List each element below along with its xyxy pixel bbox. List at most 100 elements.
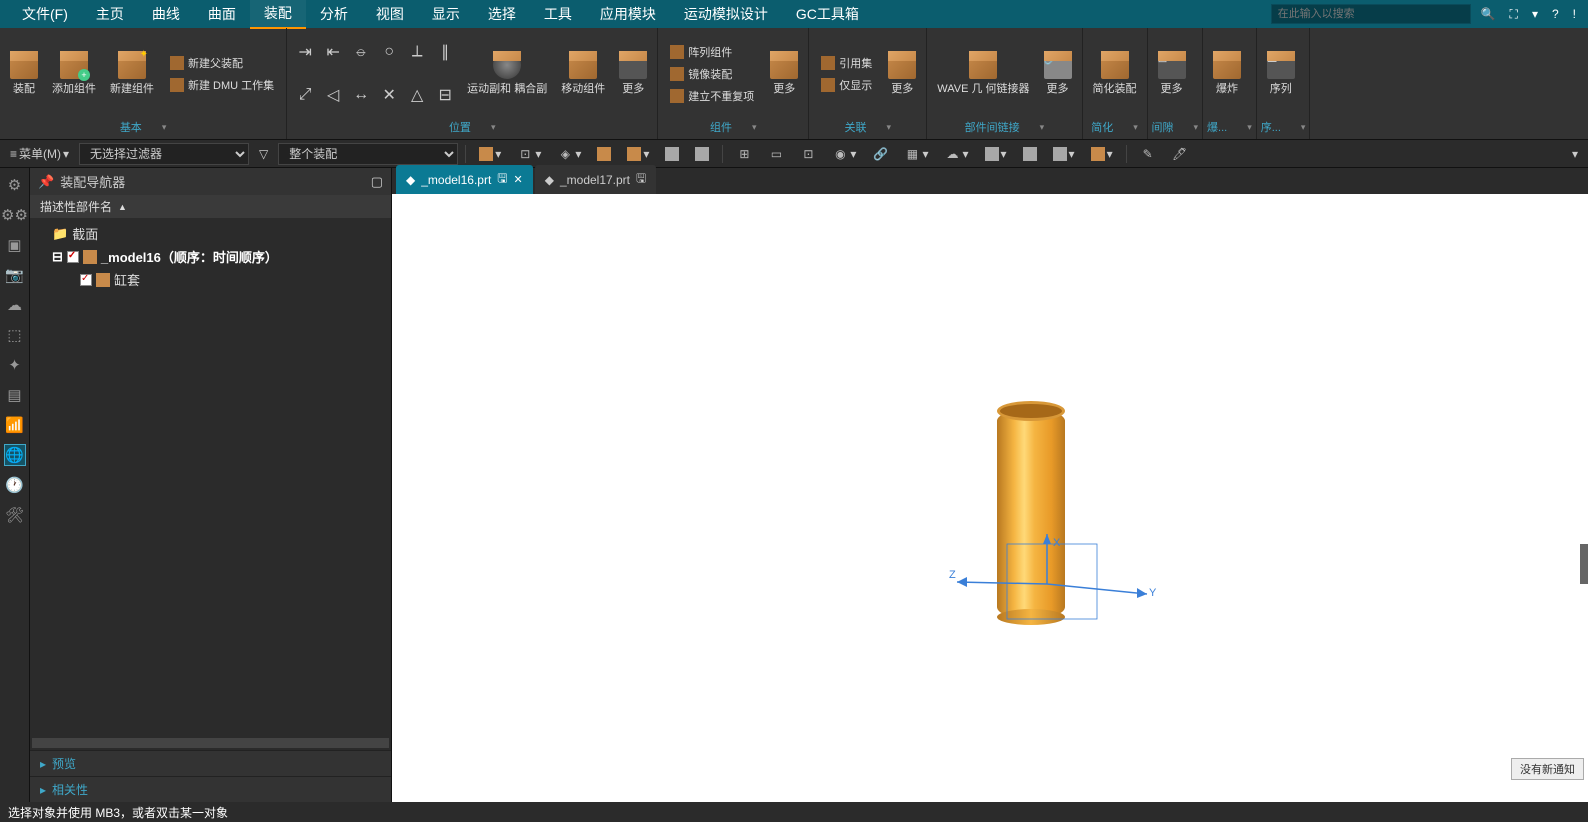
menu-home[interactable]: 主页 xyxy=(82,0,138,28)
tree-child[interactable]: 缸套 xyxy=(36,268,385,291)
alert-icon[interactable]: ! xyxy=(1569,5,1580,23)
group-expand-position[interactable]: ▾ xyxy=(491,122,496,133)
component-more-button[interactable]: 更多 xyxy=(764,30,804,117)
fullscreen-icon[interactable]: ⛶ xyxy=(1506,5,1522,24)
move-component-button[interactable]: 移动组件 xyxy=(555,30,611,117)
tb-brush-icon[interactable]: 🖊 xyxy=(1166,144,1194,164)
globe-icon[interactable]: 🌐 xyxy=(4,444,26,466)
gear-icon[interactable]: ⚙ xyxy=(4,174,26,196)
sparkle-icon[interactable]: ✦ xyxy=(4,354,26,376)
assembly-button[interactable]: 装配 xyxy=(4,30,44,117)
constraint-icon-5[interactable]: ⟂ xyxy=(403,38,431,66)
tree-section[interactable]: 📁 截面 xyxy=(36,222,385,245)
group-expand-simplify[interactable]: ▾ xyxy=(1133,122,1138,133)
notification-toast[interactable]: 没有新通知 xyxy=(1511,758,1584,780)
constraint-icon-9[interactable]: ↔ xyxy=(347,81,375,109)
dropdown-icon[interactable]: ▾ xyxy=(1528,5,1542,23)
tb-view-2[interactable]: ▭ xyxy=(762,144,790,164)
3d-viewport[interactable]: X Y Z Z Y X xyxy=(392,194,1588,802)
search-input[interactable] xyxy=(1271,4,1471,24)
pattern-component-button[interactable]: 阵列组件 xyxy=(666,42,758,62)
right-handle[interactable] xyxy=(1580,544,1588,584)
search-icon[interactable]: 🔍 xyxy=(1477,5,1500,23)
constraint-icon-2[interactable]: ⇤ xyxy=(319,38,347,66)
constraint-icon-11[interactable]: △ xyxy=(403,81,431,109)
tab-model16[interactable]: ◆ _model16.prt 🖫 ✕ xyxy=(396,165,533,194)
tb-view-6[interactable]: ▦▾ xyxy=(898,144,934,164)
tb-cube-6[interactable] xyxy=(659,145,685,163)
cloud-icon[interactable]: ☁ xyxy=(4,294,26,316)
filter-select[interactable]: 无选择过滤器 xyxy=(79,143,249,165)
menu-view[interactable]: 视图 xyxy=(362,0,418,28)
filter-icon[interactable]: ▽ xyxy=(253,145,274,163)
constraint-icon-3[interactable]: ⦵ xyxy=(347,38,375,66)
group-expand-sequence[interactable]: ▾ xyxy=(1301,122,1306,133)
constraint-icon-10[interactable]: ✕ xyxy=(375,81,403,109)
new-component-button[interactable]: ✦新建组件 xyxy=(104,30,160,117)
show-only-button[interactable]: 仅显示 xyxy=(817,75,876,95)
simplify-assembly-button[interactable]: 简化装配 xyxy=(1087,30,1143,117)
expand-icon[interactable]: ⊟ xyxy=(52,249,63,265)
menu-display[interactable]: 显示 xyxy=(418,0,474,28)
group-expand-relation[interactable]: ▾ xyxy=(886,122,891,133)
box-icon[interactable]: ⬚ xyxy=(4,324,26,346)
checkbox-icon[interactable] xyxy=(80,274,92,286)
tb-view-1[interactable]: ⊞ xyxy=(730,144,758,164)
tb-cube-5[interactable]: ▾ xyxy=(621,145,655,163)
menu-curve[interactable]: 曲线 xyxy=(138,0,194,28)
close-icon[interactable]: ✕ xyxy=(514,173,523,186)
add-component-button[interactable]: +添加组件 xyxy=(46,30,102,117)
group-expand-clearance[interactable]: ▾ xyxy=(1194,122,1199,133)
joint-coupling-button[interactable]: 运动副和 耦合副 xyxy=(461,30,553,117)
tb-icon-3[interactable]: ◈▾ xyxy=(551,144,587,164)
constraint-icon-8[interactable]: ◁ xyxy=(319,81,347,109)
camera-icon[interactable]: 📷 xyxy=(4,264,26,286)
signal-icon[interactable]: 📶 xyxy=(4,414,26,436)
tab-model17[interactable]: ◆ _model17.prt 🖫 xyxy=(535,165,657,194)
mirror-assembly-button[interactable]: 镜像装配 xyxy=(666,64,758,84)
gears-icon[interactable]: ⚙⚙ xyxy=(4,204,26,226)
menu-file[interactable]: 文件(F) xyxy=(8,0,82,28)
tb-view-4[interactable]: ◉▾ xyxy=(826,144,862,164)
constraint-icon-4[interactable]: ○ xyxy=(375,38,403,66)
constraint-icon-7[interactable]: ⤢ xyxy=(291,81,319,109)
group-expand-component[interactable]: ▾ xyxy=(752,122,757,133)
menu-button[interactable]: ≡ 菜单(M) ▾ xyxy=(4,143,75,164)
tree-root[interactable]: ⊟ _model16（顺序：时间顺序） xyxy=(36,245,385,268)
tb-icon-2[interactable]: ⊡▾ xyxy=(511,144,547,164)
tb-pen-icon[interactable]: ✎ xyxy=(1134,144,1162,164)
nav-dependency-section[interactable]: ▸相关性 xyxy=(30,776,391,802)
tb-view-7[interactable]: ☁▾ xyxy=(938,144,974,164)
menu-analysis[interactable]: 分析 xyxy=(306,0,362,28)
model-cylinder[interactable] xyxy=(997,409,1065,619)
menu-app[interactable]: 应用模块 xyxy=(586,0,670,28)
pin-icon[interactable]: 📌 xyxy=(38,174,54,190)
create-unique-button[interactable]: 建立不重复项 xyxy=(666,86,758,106)
constraint-icon-1[interactable]: ⇥ xyxy=(291,38,319,66)
tb-view-3[interactable]: ⊡ xyxy=(794,144,822,164)
tools-icon[interactable]: 🛠 xyxy=(4,504,26,526)
constraint-icon-12[interactable]: ⊟ xyxy=(431,81,459,109)
stack-icon[interactable]: ▤ xyxy=(4,384,26,406)
clock-icon[interactable]: 🕐 xyxy=(4,474,26,496)
checkbox-icon[interactable] xyxy=(67,251,79,263)
menu-surface[interactable]: 曲面 xyxy=(194,0,250,28)
new-parent-assembly-button[interactable]: 新建父装配 xyxy=(166,53,278,73)
tb-view-5[interactable]: 🔗 xyxy=(866,144,894,164)
new-dmu-workset-button[interactable]: 新建 DMU 工作集 xyxy=(166,75,278,95)
tb-shade-1[interactable]: ▾ xyxy=(979,145,1013,163)
tb-cube-1[interactable]: ▾ xyxy=(473,145,507,163)
scope-select[interactable]: 整个装配 xyxy=(278,143,458,165)
explode-button[interactable]: 爆炸 xyxy=(1207,30,1247,117)
tb-shade-2[interactable] xyxy=(1017,145,1043,163)
tb-shade-3[interactable]: ▾ xyxy=(1047,145,1081,163)
group-expand-interpart[interactable]: ▾ xyxy=(1040,122,1045,133)
menu-select[interactable]: 选择 xyxy=(474,0,530,28)
wave-linker-button[interactable]: WAVE 几 何链接器 xyxy=(931,30,1035,117)
cube-nav-icon[interactable]: ▣ xyxy=(4,234,26,256)
nav-window-icon[interactable]: ▢ xyxy=(371,174,383,190)
menu-tools[interactable]: 工具 xyxy=(530,0,586,28)
group-expand-basic[interactable]: ▾ xyxy=(162,122,167,133)
nav-column-header[interactable]: 描述性部件名▲ xyxy=(30,195,391,218)
position-more-button[interactable]: ≡更多 xyxy=(613,30,653,117)
